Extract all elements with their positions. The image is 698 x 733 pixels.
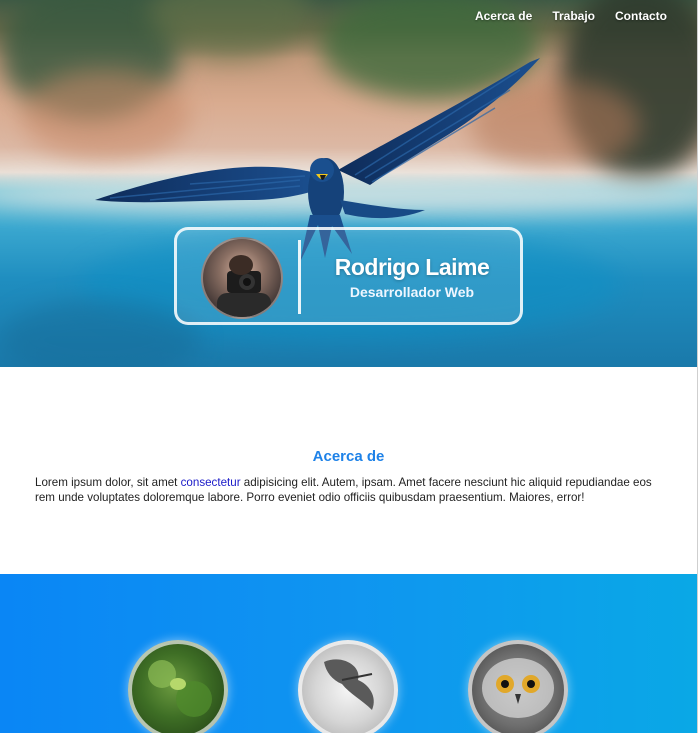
flying-bird-icon xyxy=(324,659,374,710)
card-divider xyxy=(298,240,301,314)
work-thumbnail-bird[interactable] xyxy=(298,640,398,733)
profile-role: Desarrollador Web xyxy=(349,284,475,300)
camera-icon xyxy=(217,255,271,317)
work-thumbnail-parrot[interactable] xyxy=(128,640,228,733)
about-section: Acerca de Lorem ipsum dolor, sit amet co… xyxy=(0,367,697,574)
avatar xyxy=(201,237,283,319)
about-title: Acerca de xyxy=(312,448,385,465)
owl-face-icon xyxy=(482,658,554,718)
about-text: Lorem ipsum dolor, sit amet consectetur … xyxy=(35,476,665,505)
profile-card: Rodrigo Laime Desarrollador Web xyxy=(174,227,523,325)
hero-section: Acerca de Trabajo Contacto Rodrigo Laime… xyxy=(0,0,697,367)
about-highlight-link[interactable]: consectetur xyxy=(181,476,241,489)
work-thumbnail-owl[interactable] xyxy=(468,640,568,733)
green-parrot-icon xyxy=(148,660,212,717)
work-section xyxy=(0,574,697,733)
profile-name: Rodrigo Laime xyxy=(334,254,490,280)
about-text-start: Lorem ipsum dolor, sit amet xyxy=(35,476,181,489)
